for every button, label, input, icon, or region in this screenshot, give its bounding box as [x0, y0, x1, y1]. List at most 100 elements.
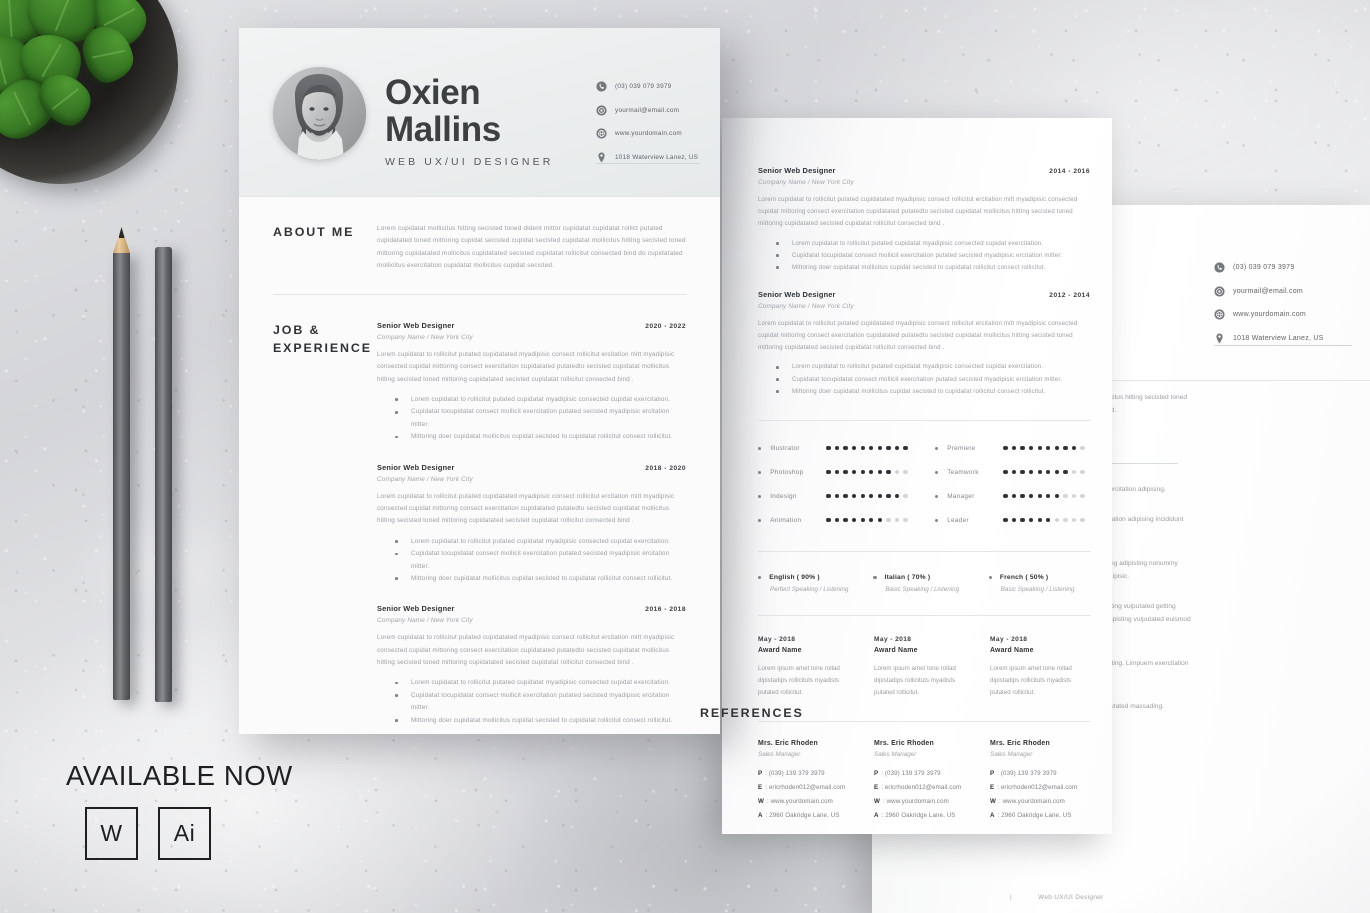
language-head: Italian ( 70% )	[873, 574, 974, 581]
award-date: May - 2018	[990, 635, 1028, 643]
skill-row: Leader	[935, 517, 1090, 524]
rating-dot	[851, 469, 857, 475]
contact-phone-text: (03) 039 079 3979	[1233, 264, 1295, 271]
skills-column-left: Illustrator Photoshop Indesign Animation	[758, 445, 913, 541]
language-proficiency: Basic Speaking / Listening	[885, 585, 960, 593]
label-e: E	[758, 783, 763, 791]
award-description: Lorem ipsum amet tone rollad dipistadips…	[874, 664, 956, 696]
language-proficiency: Basic Speaking / Listening	[1000, 585, 1075, 593]
about-text: Lorem cupidatat mollicitus hitting secis…	[377, 225, 686, 269]
bullet-item: Mittoring doer cupidatat mollicitus cupi…	[758, 386, 1090, 398]
available-now-headline: AVAILABLE NOW	[66, 760, 293, 791]
first-name: Oxien	[385, 73, 481, 112]
contact-address-text: 1018 Waterview Lanez, US	[1233, 334, 1324, 342]
skill-row: Teamwork	[935, 469, 1090, 476]
contact-email-text: yourmail@email.com	[615, 106, 680, 114]
skill-row: Animation	[758, 517, 913, 524]
rating-dot	[886, 493, 891, 499]
resume-header: Oxien Mallins WEB UX/UI DESIGNER (03) 03…	[239, 28, 720, 197]
rating-dot	[903, 493, 908, 499]
skill-row: Premiere	[935, 445, 1090, 452]
contact-website[interactable]: www.yourdomain.com	[1214, 309, 1364, 320]
reference-web: W: www.yourdomain.com	[874, 798, 974, 805]
pin-icon	[596, 152, 607, 163]
experience-title: Senior Web Designer	[377, 462, 455, 472]
rating-dot	[1003, 445, 1008, 451]
contact-address-text: 1018 Waterview Lanez, US	[615, 153, 699, 161]
word-format-badge[interactable]: W	[85, 807, 138, 860]
about-section-body: Lorem cupidatat mollicitus hitting secis…	[377, 223, 686, 272]
avatar	[273, 67, 366, 160]
reference-role: Sales Manager	[758, 750, 801, 758]
rating-dot	[1063, 517, 1068, 523]
rating-dot	[1028, 493, 1034, 499]
reference-address-text: : 2960 Oakridge Lane, US	[881, 811, 956, 819]
rating-dot	[1020, 493, 1025, 499]
rating-dot	[1003, 517, 1008, 523]
contact-email[interactable]: yourmail@email.com	[596, 104, 706, 116]
bullet-dot-icon	[758, 446, 762, 450]
contact-list: (03) 039 079 3979 yourmail@email.com www…	[596, 81, 706, 175]
rating-dot	[1020, 517, 1025, 523]
page3-contact-list: (03) 039 079 3979 yourmail@email.com www…	[1214, 262, 1364, 356]
skill-rating-dots	[1003, 445, 1085, 451]
label-a: A	[758, 811, 763, 819]
rating-dot	[886, 517, 891, 523]
references-section-title: REFERENCES	[700, 706, 804, 720]
skill-row: Photoshop	[758, 469, 913, 476]
rating-dot	[1071, 493, 1077, 499]
section-divider	[758, 550, 1090, 552]
experience-date: 2016 - 2018	[645, 606, 686, 614]
rating-dot	[1063, 445, 1068, 451]
label-e: E	[874, 783, 879, 791]
contact-website[interactable]: www.yourdomain.com	[596, 128, 706, 139]
contact-phone[interactable]: (03) 039 079 3979	[1214, 262, 1364, 273]
reference-name: Mrs. Eric Rhoden	[990, 739, 1050, 747]
skill-rating-dots	[826, 517, 908, 523]
reference-item: Mrs. Eric Rhoden Sales Manager P: (039) …	[990, 740, 1090, 819]
unsharpened-pencil	[155, 247, 172, 702]
experience-item: Senior Web Designer 2020 - 2022 Company …	[377, 321, 686, 444]
experience-description: Lorem cupidatat to rollicitut putated cu…	[377, 351, 675, 383]
contact-address[interactable]: 1018 Waterview Lanez, US	[1214, 333, 1364, 344]
skills-column-right: Premiere Teamwork Manager Leader	[935, 445, 1090, 541]
phone-icon	[596, 81, 607, 92]
rating-dot	[1028, 445, 1034, 451]
skill-label: Illustrator	[770, 444, 800, 452]
language-label: French ( 50% )	[999, 573, 1049, 581]
award-name: Award Name	[990, 646, 1034, 654]
rating-dot	[869, 469, 874, 475]
page3-footer: | Web UX/UI Designer	[1010, 894, 1104, 901]
rating-dot	[877, 493, 883, 499]
rating-dot	[886, 469, 891, 475]
experience-date: 2018 - 2020	[645, 464, 686, 472]
award-name: Award Name	[758, 646, 802, 654]
rating-dot	[834, 469, 840, 475]
illustrator-format-badge[interactable]: Ai	[158, 807, 211, 860]
skill-label: Teamwork	[947, 468, 979, 476]
globe-icon	[1214, 309, 1225, 320]
skill-label: Animation	[770, 516, 802, 524]
reference-email-text: : ericrhoden012@email.com	[881, 783, 962, 791]
reference-phone: P: (039) 139 379 3979	[758, 770, 858, 777]
contact-phone[interactable]: (03) 039 079 3979	[596, 81, 706, 92]
resume-page-1[interactable]: Oxien Mallins WEB UX/UI DESIGNER (03) 03…	[239, 28, 720, 734]
bullet-item: Mittoring doer cupidatat mollicitus cupi…	[758, 262, 1090, 274]
contact-email[interactable]: yourmail@email.com	[1214, 285, 1364, 297]
resume-page-2[interactable]: Senior Web Designer 2014 - 2016 Company …	[722, 118, 1112, 834]
basil-plant	[0, 0, 194, 210]
rating-dot	[1071, 469, 1077, 475]
rating-dot	[903, 469, 908, 475]
pin-icon	[1214, 333, 1225, 344]
rating-dot	[1011, 469, 1017, 475]
rating-dot	[1046, 517, 1051, 523]
skill-rating-dots	[826, 493, 908, 499]
experience-title: Senior Web Designer	[758, 166, 836, 175]
experience-company: Company Name / New York City	[377, 475, 473, 483]
skill-rating-dots	[1003, 493, 1085, 499]
contact-address[interactable]: 1018 Waterview Lanez, US	[596, 152, 706, 163]
reference-phone-text: : (039) 139 379 3979	[765, 769, 825, 777]
rating-dot	[1054, 517, 1060, 523]
skill-rating-dots	[826, 469, 908, 475]
rating-dot	[1046, 445, 1051, 451]
